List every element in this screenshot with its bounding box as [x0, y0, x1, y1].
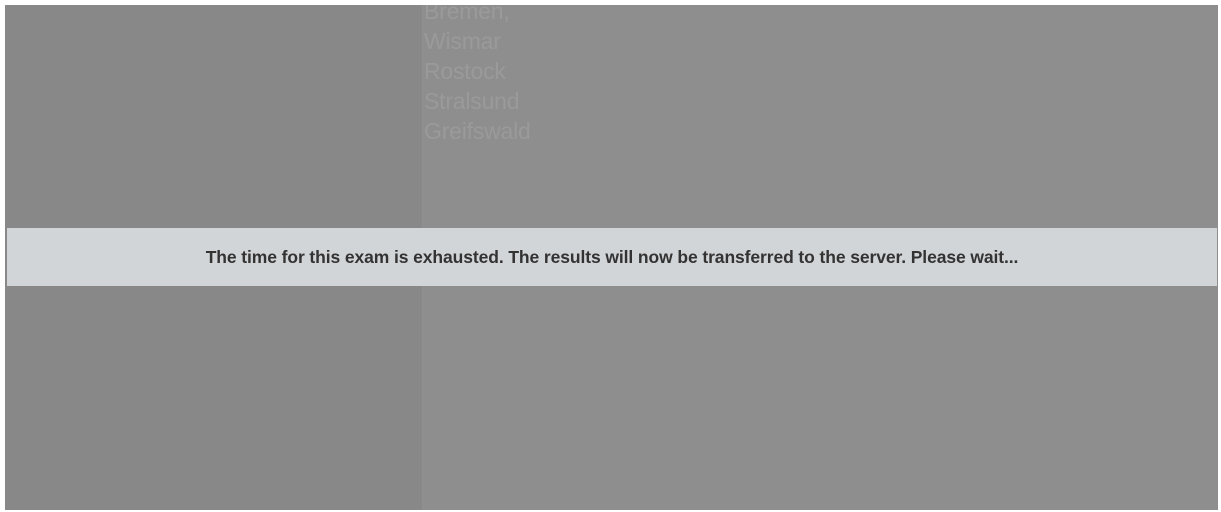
list-item: Bremen,	[424, 5, 510, 24]
list-item: Greifswald	[424, 118, 531, 144]
list-item: Wismar	[424, 28, 501, 54]
dimmed-exam-window: Bremen, Wismar Rostock Stralsund Greifsw…	[5, 5, 1218, 510]
exam-timeout-banner: The time for this exam is exhausted. The…	[7, 228, 1217, 286]
banner-message: The time for this exam is exhausted. The…	[205, 246, 1019, 267]
list-item: Rostock	[424, 58, 506, 84]
background-answer-list: Bremen, Wismar Rostock Stralsund Greifsw…	[424, 5, 531, 146]
list-item: Stralsund	[424, 88, 520, 114]
